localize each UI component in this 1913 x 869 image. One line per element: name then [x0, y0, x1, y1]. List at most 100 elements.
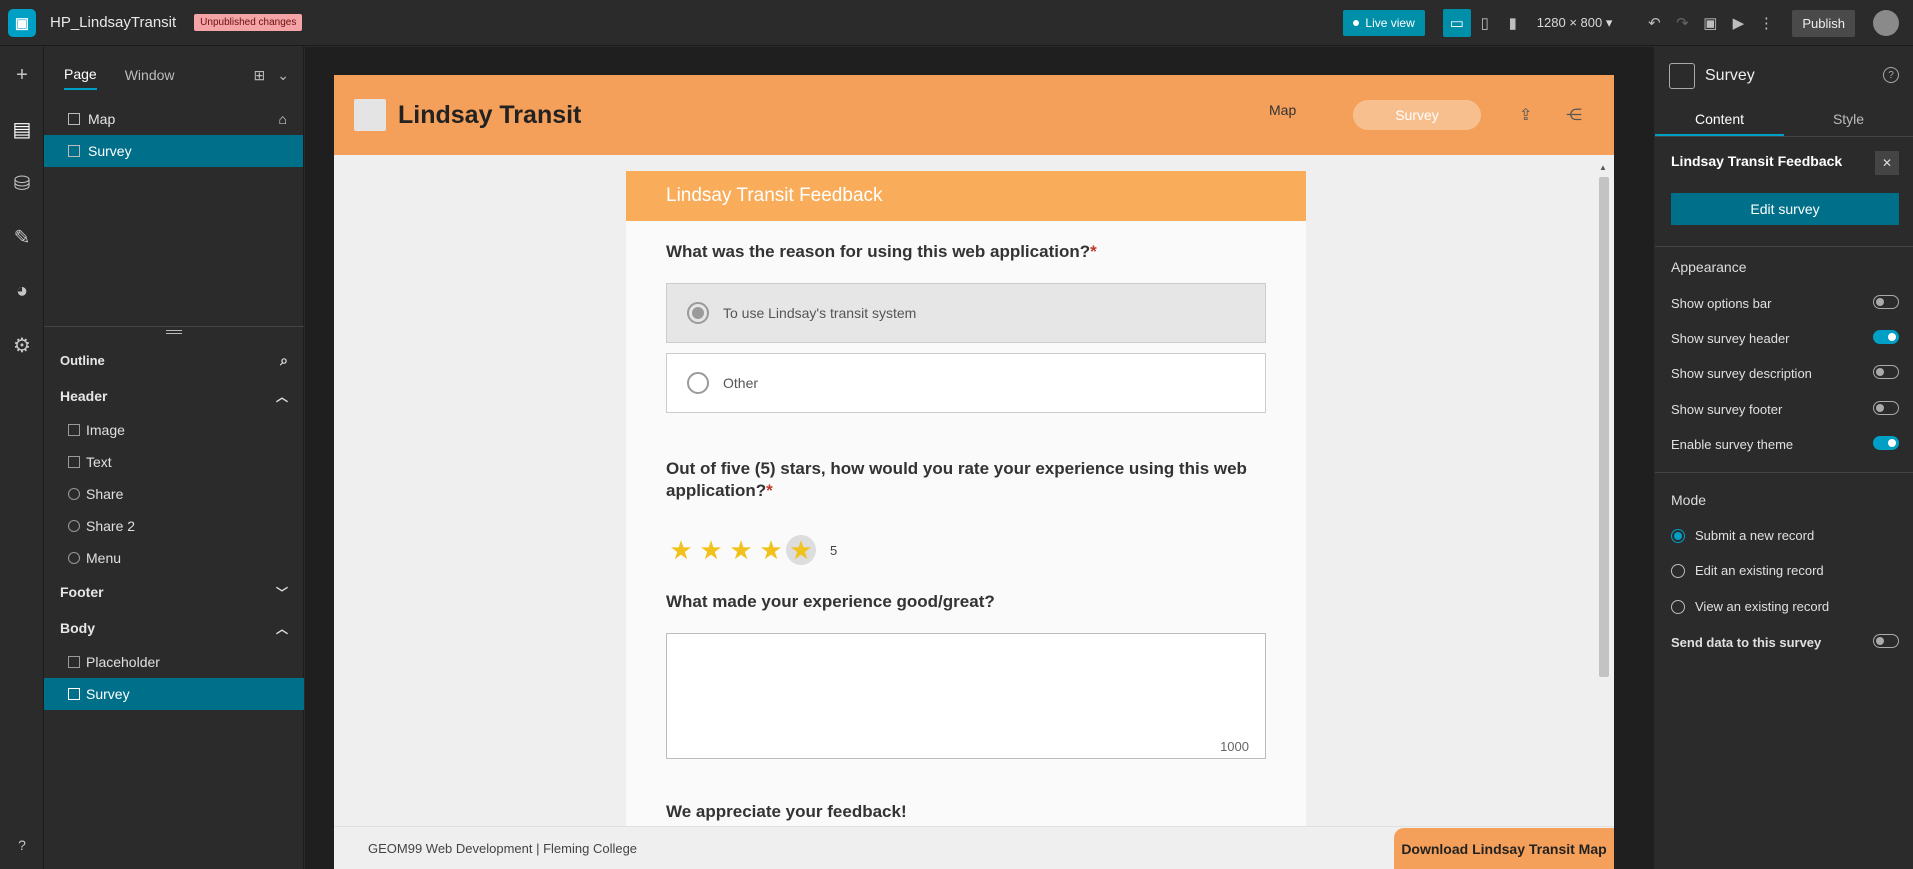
toggle-switch[interactable]	[1873, 634, 1899, 648]
tab-page[interactable]: Page	[64, 60, 97, 90]
outline-item-image[interactable]: Image	[44, 414, 304, 446]
experience-textarea[interactable]: 1000	[666, 633, 1266, 759]
publish-button[interactable]: Publish	[1792, 9, 1855, 37]
resolution-select[interactable]: 1280 × 800 ▾	[1537, 15, 1613, 31]
scroll-up-icon[interactable]: ▲	[1599, 163, 1607, 172]
outline-section-body[interactable]: Body ︿	[44, 610, 304, 646]
add-icon[interactable]: +	[0, 55, 44, 95]
question-experience: What made your experience good/great?	[666, 591, 1276, 613]
more-options-icon[interactable]: ⋮	[1752, 9, 1780, 37]
settings-icon[interactable]: ⚙	[0, 325, 44, 365]
nav-survey[interactable]: Survey	[1353, 100, 1481, 130]
tab-style[interactable]: Style	[1784, 105, 1913, 136]
mode-option-label: View an existing record	[1695, 599, 1830, 614]
toggle-switch[interactable]	[1873, 436, 1899, 450]
outline-item-text[interactable]: Text	[44, 446, 304, 478]
mode-submit-new[interactable]: Submit a new record	[1671, 528, 1814, 543]
chevron-up-icon[interactable]: ︿	[276, 388, 288, 405]
outline-item-placeholder[interactable]: Placeholder	[44, 646, 304, 678]
star-icon[interactable]: ★	[696, 535, 726, 565]
image-icon	[68, 424, 80, 436]
toggle-switch[interactable]	[1873, 401, 1899, 415]
star-icon[interactable]: ★	[726, 535, 756, 565]
toggle-switch[interactable]	[1873, 295, 1899, 309]
outline-item-share[interactable]: Share	[44, 478, 304, 510]
toggle-label: Show survey description	[1671, 366, 1812, 381]
share-nodes-icon[interactable]: ⋲	[1566, 105, 1582, 125]
preview-icon[interactable]: ▶	[1724, 9, 1752, 37]
option-transit[interactable]: To use Lindsay's transit system	[666, 283, 1266, 343]
help-icon[interactable]: ?	[0, 825, 44, 865]
page-item-survey[interactable]: Survey	[44, 135, 303, 167]
share-icon	[68, 488, 80, 500]
close-icon[interactable]: ✕	[1875, 151, 1899, 175]
outline-item-menu[interactable]: Menu	[44, 542, 304, 574]
star-rating: ★ ★ ★ ★ ★ 5	[666, 535, 837, 565]
outline-section-footer[interactable]: Footer ﹀	[44, 574, 304, 610]
page-icon	[68, 113, 80, 125]
widget-tools-icon[interactable]: ✎	[0, 217, 44, 257]
mode-edit-existing[interactable]: Edit an existing record	[1671, 563, 1824, 578]
user-avatar[interactable]	[1873, 10, 1899, 36]
page-icon[interactable]: ▤	[0, 109, 44, 149]
survey-scrollbar[interactable]: ▲ ▼	[1596, 163, 1610, 845]
mode-option-label: Submit a new record	[1695, 528, 1815, 543]
experience-builder-logo-icon[interactable]: ▣	[8, 8, 36, 37]
outline-item-survey[interactable]: Survey	[44, 678, 304, 710]
section-label: Footer	[60, 584, 104, 600]
toggle-label: Show survey footer	[1671, 402, 1783, 417]
left-rail: + ▤ ⛁ ✎ ◕ ⚙ ?	[0, 47, 44, 869]
data-icon[interactable]: ⛁	[0, 163, 44, 203]
chevron-down-icon[interactable]: ⌄	[277, 67, 289, 84]
outline-item-label: Survey	[86, 686, 130, 702]
save-icon[interactable]: ▣	[1696, 9, 1724, 37]
resolution-label: 1280 × 800	[1536, 15, 1603, 30]
live-view-button[interactable]: Live view	[1343, 10, 1425, 36]
tablet-device-icon[interactable]: ▯	[1471, 9, 1499, 37]
radio-icon	[1671, 599, 1685, 614]
outline-item-share-2[interactable]: Share 2	[44, 510, 304, 542]
home-icon[interactable]: ⌂	[279, 111, 287, 127]
resize-handle[interactable]	[166, 330, 182, 334]
closing-label: We appreciate your feedback!	[666, 802, 907, 821]
scroll-thumb[interactable]	[1599, 177, 1609, 677]
chevron-up-icon[interactable]: ︿	[276, 620, 288, 637]
page-item-map[interactable]: Map ⌂	[44, 103, 303, 135]
appearance-label: Appearance	[1671, 259, 1747, 275]
outline-title: Outline ⌕	[44, 342, 304, 378]
phone-device-icon[interactable]: ▮	[1499, 9, 1527, 37]
theme-icon[interactable]: ◕	[0, 271, 44, 311]
mode-view-existing[interactable]: View an existing record	[1671, 599, 1829, 614]
share-icon[interactable]: ⇪	[1519, 105, 1532, 125]
download-map-button[interactable]: Download Lindsay Transit Map	[1394, 828, 1614, 869]
nav-map[interactable]: Map	[1269, 102, 1296, 118]
star-icon[interactable]: ★	[786, 535, 816, 565]
radio-selected-icon	[1671, 528, 1685, 543]
option-other[interactable]: Other	[666, 353, 1266, 413]
panel-title: Survey	[1705, 67, 1755, 84]
help-icon[interactable]: ?	[1883, 67, 1899, 83]
top-toolbar: ▣ HP_LindsayTransit Unpublished changes …	[0, 0, 1913, 46]
redo-icon[interactable]: ↷	[1668, 9, 1696, 37]
undo-icon[interactable]: ↶	[1640, 9, 1668, 37]
star-icon[interactable]: ★	[666, 535, 696, 565]
toggle-switch[interactable]	[1873, 365, 1899, 379]
panel-divider	[44, 326, 304, 327]
share-icon	[68, 520, 80, 532]
outline-section-header[interactable]: Header ︿	[44, 378, 304, 414]
add-page-icon[interactable]: ⊞	[254, 67, 266, 84]
desktop-device-icon[interactable]: ▭	[1442, 9, 1471, 37]
toggle-switch[interactable]	[1873, 330, 1899, 344]
tab-content[interactable]: Content	[1655, 105, 1784, 136]
star-icon[interactable]: ★	[756, 535, 786, 565]
mode-option-label: Edit an existing record	[1695, 563, 1824, 578]
chevron-down-icon[interactable]: ﹀	[276, 584, 288, 601]
page-icon	[68, 145, 80, 157]
survey-widget-icon	[1669, 63, 1695, 89]
edit-survey-button[interactable]: Edit survey	[1671, 193, 1899, 225]
mode-label: Mode	[1671, 492, 1707, 508]
tab-window[interactable]: Window	[125, 61, 175, 89]
search-icon[interactable]: ⌕	[280, 352, 288, 369]
header-image[interactable]	[354, 99, 386, 131]
question-reason: What was the reason for using this web a…	[666, 241, 1276, 263]
